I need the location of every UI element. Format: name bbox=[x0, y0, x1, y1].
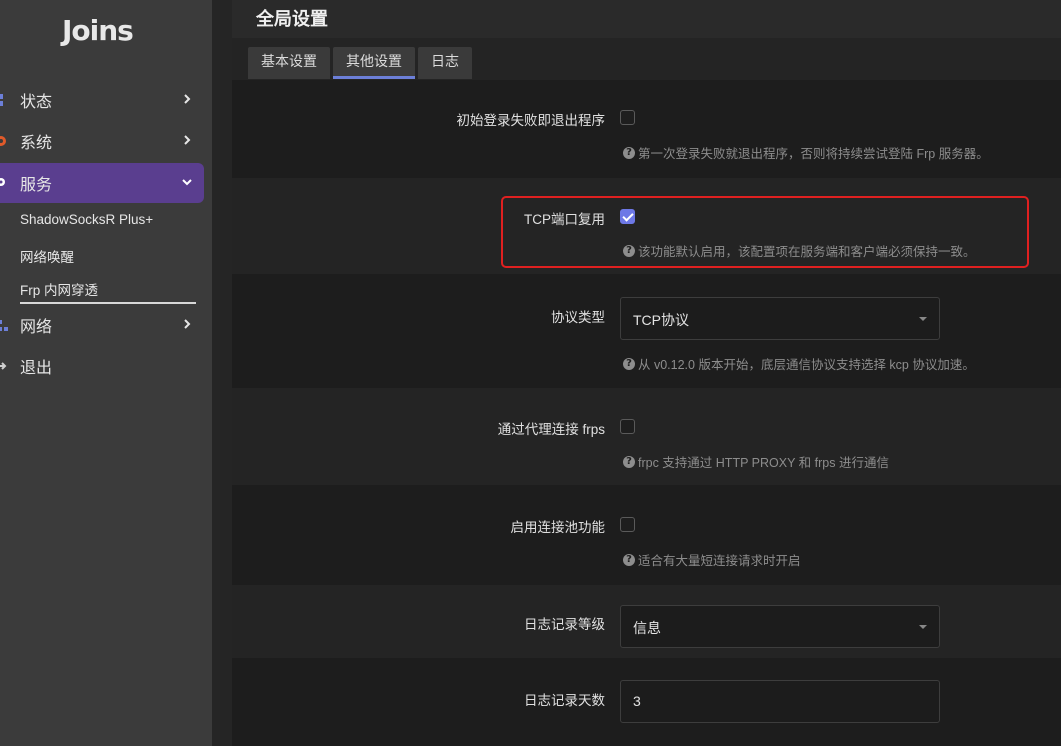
setting-row-log-days: 日志记录天数 3 bbox=[232, 658, 1061, 746]
field-hint: ? 从 v0.12.0 版本开始，底层通信协议支持选择 kcp 协议加速。 bbox=[623, 354, 975, 373]
tab-bar: 基本设置 其他设置 日志 bbox=[232, 38, 1061, 80]
sidebar-item-logout[interactable]: 退出 bbox=[0, 346, 204, 386]
setting-row-log-level: 日志记录等级 信息 bbox=[232, 585, 1061, 658]
tab-log[interactable]: 日志 bbox=[418, 47, 472, 79]
setting-row-pool: 启用连接池功能 ? 适合有大量短连接请求时开启 bbox=[232, 485, 1061, 585]
sidebar-subitem-wol[interactable]: 网络唤醒 bbox=[20, 246, 74, 266]
logo: Joins bbox=[62, 14, 134, 47]
sidebar-item-label: 系统 bbox=[20, 135, 53, 152]
field-hint-text: frpc 支持通过 HTTP PROXY 和 frps 进行通信 bbox=[638, 456, 889, 470]
caret-down-icon bbox=[919, 625, 927, 629]
question-icon: ? bbox=[623, 146, 635, 159]
field-hint: ? frpc 支持通过 HTTP PROXY 和 frps 进行通信 bbox=[623, 452, 889, 471]
field-hint-text: 第一次登录失败就退出程序，否则将持续尝试登陆 Frp 服务器。 bbox=[638, 147, 989, 161]
sidebar-item-label: 状态 bbox=[20, 94, 53, 111]
chevron-down-icon bbox=[182, 179, 192, 186]
field-hint: ? 第一次登录失败就退出程序，否则将持续尝试登陆 Frp 服务器。 bbox=[623, 143, 989, 162]
logout-icon bbox=[0, 362, 7, 370]
question-icon: ? bbox=[623, 455, 635, 468]
page-header: 全局设置 bbox=[232, 0, 1061, 38]
select-value: 信息 bbox=[633, 620, 661, 636]
caret-down-icon bbox=[919, 317, 927, 321]
sidebar-item-system[interactable]: 系统 bbox=[0, 121, 204, 161]
sidebar-item-network[interactable]: 网络 bbox=[0, 305, 204, 345]
question-icon: ? bbox=[623, 357, 635, 370]
setting-row-proxy: 通过代理连接 frps ? frpc 支持通过 HTTP PROXY 和 frps… bbox=[232, 388, 1061, 485]
proxy-checkbox[interactable] bbox=[620, 419, 635, 434]
tab-other-settings[interactable]: 其他设置 bbox=[333, 47, 415, 79]
field-hint-text: 从 v0.12.0 版本开始，底层通信协议支持选择 kcp 协议加速。 bbox=[638, 358, 975, 372]
field-label: 初始登录失败即退出程序 bbox=[456, 113, 606, 128]
field-label: 协议类型 bbox=[551, 310, 605, 325]
network-icon bbox=[0, 320, 8, 331]
field-hint-text: 适合有大量短连接请求时开启 bbox=[638, 554, 801, 568]
sidebar-subitem-ssr[interactable]: ShadowSocksR Plus+ bbox=[20, 212, 153, 227]
field-hint: ? 适合有大量短连接请求时开启 bbox=[623, 550, 801, 569]
sidebar-item-status[interactable]: 状态 bbox=[0, 80, 204, 120]
gear-icon bbox=[0, 136, 6, 146]
cogs-icon bbox=[0, 178, 5, 186]
field-label: 日志记录等级 bbox=[524, 617, 605, 632]
sidebar: Joins 状态 系统 服务 ShadowSocksR Plus+ 网络唤醒 F… bbox=[0, 0, 212, 746]
setting-row-protocol: 协议类型 TCP协议 ? 从 v0.12.0 版本开始，底层通信协议支持选择 kc… bbox=[232, 274, 1061, 388]
tab-basic-settings[interactable]: 基本设置 bbox=[248, 47, 330, 79]
active-subitem-underline bbox=[20, 302, 196, 304]
log-days-input[interactable]: 3 bbox=[620, 680, 940, 723]
sidebar-item-services[interactable]: 服务 bbox=[0, 163, 204, 203]
chevron-right-icon bbox=[184, 319, 191, 329]
sidebar-item-label: 网络 bbox=[20, 319, 53, 336]
pool-checkbox[interactable] bbox=[620, 517, 635, 532]
question-icon: ? bbox=[623, 553, 635, 566]
chevron-right-icon bbox=[184, 94, 191, 104]
field-label: 通过代理连接 frps bbox=[497, 422, 605, 437]
highlight-box bbox=[501, 196, 1029, 268]
field-label: 日志记录天数 bbox=[524, 693, 605, 708]
dashboard-icon bbox=[0, 94, 3, 106]
page-title: 全局设置 bbox=[256, 9, 328, 29]
field-label: 启用连接池功能 bbox=[510, 520, 606, 535]
setting-row-exit-on-fail: 初始登录失败即退出程序 ? 第一次登录失败就退出程序，否则将持续尝试登陆 Frp … bbox=[232, 80, 1061, 178]
sidebar-subitem-frp[interactable]: Frp 内网穿透 bbox=[20, 279, 98, 299]
sidebar-item-label: 退出 bbox=[20, 360, 53, 377]
select-value: TCP协议 bbox=[633, 312, 689, 328]
exit-on-fail-checkbox[interactable] bbox=[620, 110, 635, 125]
protocol-select[interactable]: TCP协议 bbox=[620, 297, 940, 340]
log-level-select[interactable]: 信息 bbox=[620, 605, 940, 648]
sidebar-item-label: 服务 bbox=[20, 177, 53, 194]
chevron-right-icon bbox=[184, 135, 191, 145]
